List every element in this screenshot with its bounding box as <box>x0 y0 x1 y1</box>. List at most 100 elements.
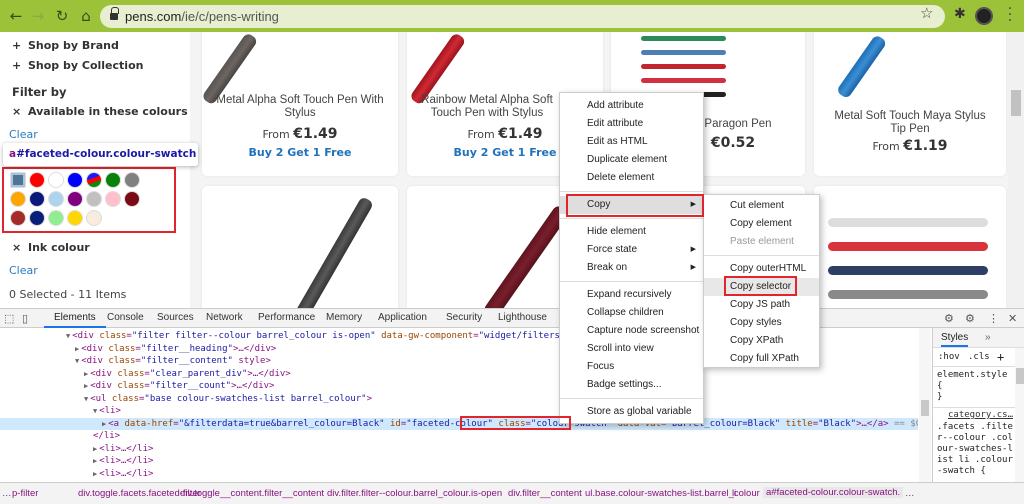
expand-toggle-icon[interactable]: ▶ <box>84 370 88 378</box>
colour-swatch[interactable] <box>124 172 140 188</box>
dom-node-line[interactable]: ▶ <li>…</li> <box>0 443 918 455</box>
address-bar[interactable]: pens.com/ie/c/pens-writing <box>100 5 945 28</box>
colour-swatch[interactable] <box>67 172 83 188</box>
dom-node-line[interactable]: ▶ <div class="clear_parent_div">…</div> <box>0 368 918 380</box>
breadcrumb-item[interactable]: div.toggle__content.filter__content <box>180 488 324 499</box>
styles-tab[interactable]: Styles <box>941 332 969 347</box>
devtools-tab-console[interactable]: Console <box>107 312 144 323</box>
copy-submenu-item[interactable]: Copy element <box>704 215 819 233</box>
product-image[interactable] <box>828 218 988 227</box>
colour-swatch[interactable] <box>86 191 102 207</box>
colour-swatch[interactable] <box>10 172 26 188</box>
expand-toggle-icon[interactable]: ▼ <box>84 395 88 403</box>
elements-scrollbar[interactable] <box>919 328 931 482</box>
colour-swatch[interactable] <box>105 191 121 207</box>
profile-avatar[interactable] <box>975 7 993 25</box>
dom-node-line[interactable]: ▼ <li> <box>0 405 918 417</box>
page-scrollbar[interactable] <box>1008 32 1024 308</box>
devtools-tab-elements[interactable]: Elements <box>44 312 106 328</box>
extensions-puzzle-icon[interactable]: ✱ <box>954 6 966 22</box>
close-devtools-icon[interactable]: ✕ <box>1008 312 1017 325</box>
context-menu-item[interactable]: Duplicate element <box>560 151 703 169</box>
context-menu-item[interactable]: Edit attribute <box>560 115 703 133</box>
colour-swatch[interactable] <box>10 191 26 207</box>
back-icon[interactable]: ← <box>6 6 26 26</box>
dom-node-line[interactable]: ▶ <li>…</li> <box>0 468 918 480</box>
colour-swatch[interactable] <box>105 172 121 188</box>
browser-menu-icon[interactable]: · · · <box>1005 2 1015 28</box>
expand-toggle-icon[interactable]: ▼ <box>93 407 97 415</box>
product-card[interactable] <box>814 186 1006 308</box>
reload-icon[interactable]: ↻ <box>52 6 72 26</box>
cls-toggle[interactable]: .cls <box>968 352 990 362</box>
styles-filter-bar[interactable]: :hov .cls + <box>933 349 1024 367</box>
context-menu-item[interactable]: Scroll into view <box>560 340 703 358</box>
colour-swatch[interactable] <box>29 191 45 207</box>
product-card[interactable]: Metal Alpha Soft Touch Pen With Stylus F… <box>201 32 398 176</box>
inspect-element-icon[interactable]: ⬚ <box>4 312 14 325</box>
expand-toggle-icon[interactable]: ▼ <box>66 332 70 340</box>
new-style-rule-icon[interactable]: + <box>997 350 1004 364</box>
stylesheet-source-link[interactable]: category.cs… <box>948 410 1013 420</box>
breadcrumb-item[interactable]: a#faceted-colour.colour-swatch. <box>763 487 904 498</box>
colour-swatch[interactable] <box>29 210 45 226</box>
devtools-tab-performance[interactable]: Performance <box>258 312 315 323</box>
clear-ink-colour-link[interactable]: Clear <box>9 264 38 277</box>
dom-node-line[interactable]: ▼ <ul class="base colour-swatches-list ba… <box>0 393 918 405</box>
copy-submenu-item[interactable]: Copy full XPath <box>704 350 819 368</box>
breadcrumb-item[interactable]: div.filter__content <box>508 488 582 499</box>
colour-swatch[interactable] <box>86 172 102 188</box>
colour-swatch[interactable] <box>67 210 83 226</box>
expand-toggle-icon[interactable]: ▶ <box>102 420 106 428</box>
scrollbar-thumb[interactable] <box>921 400 929 416</box>
shop-by-collection-link[interactable]: + Shop by Collection <box>12 59 143 72</box>
devtools-tab-network[interactable]: Network <box>206 312 243 323</box>
devtools-tab-memory[interactable]: Memory <box>326 312 362 323</box>
more-tabs-icon[interactable]: » <box>985 332 991 343</box>
colour-swatch[interactable] <box>48 210 64 226</box>
styles-scrollbar[interactable] <box>1015 348 1024 482</box>
context-menu-item[interactable]: Add attribute <box>560 97 703 115</box>
breadcrumb-item[interactable]: … <box>905 488 915 499</box>
dom-node-line[interactable]: ▶ <div class="filter__count">…</div> <box>0 380 918 392</box>
colours-filter-toggle[interactable]: × Available in these colours <box>12 105 188 118</box>
ink-colour-filter-toggle[interactable]: × Ink colour <box>12 241 90 254</box>
product-image[interactable] <box>835 34 888 100</box>
context-menu-item[interactable]: Badge settings... <box>560 376 703 394</box>
colour-swatch[interactable] <box>67 191 83 207</box>
product-image[interactable] <box>641 36 726 41</box>
expand-toggle-icon[interactable]: ▶ <box>93 470 97 478</box>
css-rule-selector[interactable]: .facets .filter--colour .colour-swatches… <box>937 422 1015 482</box>
clear-colours-link[interactable]: Clear <box>9 128 38 141</box>
copy-submenu-item[interactable]: Copy XPath <box>704 332 819 350</box>
copy-submenu-item[interactable]: Copy styles <box>704 314 819 332</box>
product-title[interactable]: Metal Alpha Soft Touch Pen With Stylus <box>202 94 398 120</box>
dom-node-line[interactable]: ▶ <li>…</li> <box>0 455 918 467</box>
product-image[interactable] <box>292 196 375 308</box>
scrollbar-thumb[interactable] <box>1011 90 1021 116</box>
dom-node-line[interactable]: ▶ <a data-href="&filterdata=true&barrel_c… <box>0 417 918 430</box>
product-card[interactable]: Metal Soft Touch Maya Stylus Tip Pen Fro… <box>814 32 1006 176</box>
product-card[interactable] <box>202 186 398 308</box>
bookmark-star-icon[interactable]: ☆ <box>920 4 933 22</box>
context-menu-item[interactable]: Focus <box>560 358 703 376</box>
home-icon[interactable]: ⌂ <box>76 6 96 26</box>
context-menu-item[interactable]: Store as global variable <box>560 403 703 421</box>
hov-toggle[interactable]: :hov <box>938 352 960 362</box>
context-menu-item[interactable]: Delete element <box>560 169 703 187</box>
colour-swatch[interactable] <box>48 172 64 188</box>
product-image[interactable] <box>482 204 571 308</box>
colour-swatch[interactable] <box>29 172 45 188</box>
devtools-tab-application[interactable]: Application <box>378 312 427 323</box>
breadcrumb-item[interactable]: div.filter.filter--colour.barrel_colour.… <box>327 488 502 499</box>
expand-toggle-icon[interactable]: ▶ <box>93 457 97 465</box>
context-menu-item[interactable]: Capture node screenshot <box>560 322 703 340</box>
devtools-tab-lighthouse[interactable]: Lighthouse <box>498 312 547 323</box>
expand-toggle-icon[interactable]: ▶ <box>75 345 79 353</box>
devtools-tab-security[interactable]: Security <box>446 312 482 323</box>
forward-icon[interactable]: → <box>28 6 48 26</box>
breadcrumb-item[interactable]: … <box>2 488 12 499</box>
copy-submenu-item[interactable]: Cut element <box>704 197 819 215</box>
context-menu-item[interactable]: Collapse children <box>560 304 703 322</box>
more-options-icon[interactable]: ⋮ <box>988 312 999 325</box>
